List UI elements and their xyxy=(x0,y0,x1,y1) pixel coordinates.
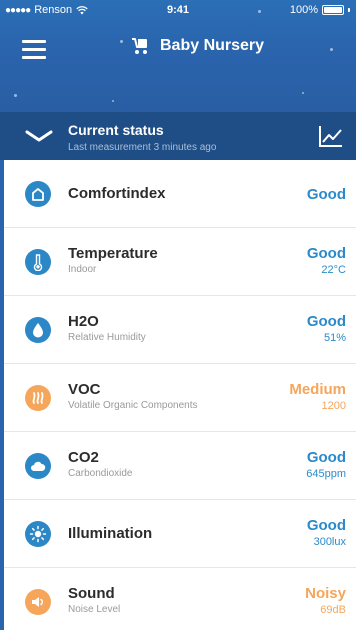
nav-bar: Baby Nursery xyxy=(0,26,356,70)
metric-description: Noise Level xyxy=(68,604,121,615)
metric-status: Good xyxy=(306,186,346,203)
metric-row-co2[interactable]: CO2 Carbondioxide Good 645ppm xyxy=(4,432,356,500)
metric-description: Indoor xyxy=(68,264,97,275)
droplet-icon xyxy=(25,317,51,343)
metric-row-h2o[interactable]: H2O Relative Humidity Good 51% xyxy=(4,296,356,364)
metric-row-comfortindex[interactable]: Comfortindex Good xyxy=(4,160,356,228)
metric-status: Good xyxy=(306,517,346,534)
star-decoration xyxy=(14,94,17,97)
battery-percent: 100% xyxy=(289,4,318,16)
star-decoration xyxy=(302,92,304,94)
metric-name: Temperature xyxy=(68,245,158,262)
metric-value: 22°C xyxy=(321,264,346,276)
metric-status: Good xyxy=(306,245,346,262)
metric-name: CO2 xyxy=(68,449,99,466)
chart-icon[interactable] xyxy=(318,124,344,148)
battery-info: 100% xyxy=(290,4,350,16)
sun-icon xyxy=(25,521,51,547)
metric-status: Noisy xyxy=(305,585,346,602)
metric-row-voc[interactable]: VOC Volatile Organic Components Medium 1… xyxy=(4,364,356,432)
metric-name: Illumination xyxy=(68,525,153,542)
metric-value: 300lux xyxy=(313,536,346,548)
metric-value: 69dB xyxy=(320,604,346,616)
speaker-icon xyxy=(25,589,51,615)
metric-name: Comfortindex xyxy=(68,185,166,202)
metric-description: Volatile Organic Components xyxy=(68,400,198,411)
app-header: ●●●●● Renson 9:41 100% Baby Nursery xyxy=(0,0,356,112)
metric-row-sound[interactable]: Sound Noise Level Noisy 69dB xyxy=(4,568,356,630)
current-status-title: Current status xyxy=(68,122,164,138)
menu-icon[interactable] xyxy=(22,40,46,60)
metric-status: Medium xyxy=(289,381,346,398)
metric-row-illumination[interactable]: Illumination Good 300lux xyxy=(4,500,356,568)
metric-description: Relative Humidity xyxy=(68,332,146,343)
page-title: Baby Nursery xyxy=(160,37,265,54)
ios-status-bar: ●●●●● Renson 9:41 100% xyxy=(0,0,356,20)
metrics-list: Comfortindex Good Temperature Indoor Goo… xyxy=(4,160,356,630)
metric-name: Sound xyxy=(68,585,115,602)
chevron-down-icon[interactable] xyxy=(24,128,54,144)
metric-value: 1200 xyxy=(321,400,346,412)
star-decoration xyxy=(112,100,114,102)
room-title[interactable]: Baby Nursery xyxy=(130,36,264,56)
metric-row-temperature[interactable]: Temperature Indoor Good 22°C xyxy=(4,228,356,296)
thermometer-icon xyxy=(25,249,51,275)
fumes-icon xyxy=(25,385,51,411)
metric-status: Good xyxy=(306,449,346,466)
metric-name: H2O xyxy=(68,313,99,330)
metric-value: 51% xyxy=(323,332,346,344)
cloud-icon xyxy=(25,453,51,479)
home-icon xyxy=(25,181,51,207)
last-measurement-label: Last measurement 3 minutes ago xyxy=(68,142,217,153)
current-status-bar[interactable]: Current status Last measurement 3 minute… xyxy=(0,112,356,160)
metric-value: 645ppm xyxy=(306,468,346,480)
metric-name: VOC xyxy=(68,381,101,398)
metric-description: Carbondioxide xyxy=(68,468,133,479)
battery-icon xyxy=(322,5,344,15)
metric-status: Good xyxy=(306,313,346,330)
stroller-icon xyxy=(132,38,147,54)
